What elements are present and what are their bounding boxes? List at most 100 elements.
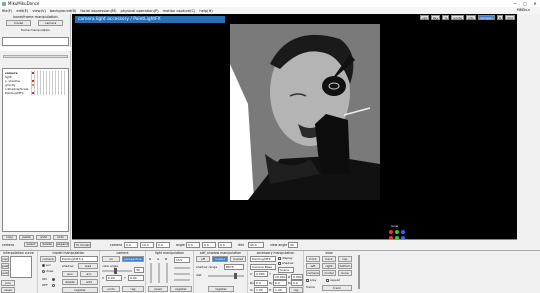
- shadow-mode1-button[interactable]: mode1: [212, 256, 228, 262]
- keyframe-marker[interactable]: [32, 72, 34, 74]
- 3d-viewport[interactable]: camera light accessory / PointLightFX up…: [72, 14, 517, 250]
- menu-background[interactable]: background(B): [50, 9, 77, 13]
- light-reset-button[interactable]: reset: [148, 286, 168, 292]
- on-radio[interactable]: [52, 278, 55, 281]
- menu-motion-capture[interactable]: motion capture(C): [163, 9, 196, 13]
- camera-panel-y-field[interactable]: 0.00: [128, 275, 144, 281]
- viewport-btn-info[interactable]: info: [466, 15, 476, 20]
- viewport-btn-percent[interactable]: %: [442, 15, 450, 20]
- light-b-slider[interactable]: [166, 263, 168, 283]
- aux-button[interactable]: aux: [62, 271, 78, 277]
- angle-y-field[interactable]: 0.0: [202, 242, 216, 248]
- shadow-register-button[interactable]: register: [208, 286, 234, 292]
- to-model-button[interactable]: To model: [74, 242, 92, 248]
- expand-button[interactable]: expand: [56, 242, 69, 247]
- view-angle-knob[interactable]: [114, 268, 117, 274]
- menu-physical-operation[interactable]: physical operation(P): [121, 9, 159, 13]
- model-button[interactable]: model: [6, 20, 31, 26]
- light-direction-z-slider[interactable]: [174, 279, 190, 281]
- perspective-button[interactable]: perspective: [122, 256, 144, 262]
- light-direction-y-slider[interactable]: [174, 273, 190, 275]
- view-angle-slider[interactable]: [102, 270, 132, 272]
- view-left-button[interactable]: left: [306, 263, 320, 269]
- camera-y-field[interactable]: 10.0: [140, 242, 154, 248]
- interp-reset-button[interactable]: reset: [1, 287, 15, 293]
- menu-view[interactable]: view(V): [32, 9, 46, 13]
- angle-z-field[interactable]: 0.0: [218, 242, 232, 248]
- camera-select-button[interactable]: camera: [40, 256, 56, 262]
- camera-x-field[interactable]: 0.0: [124, 242, 138, 248]
- viewport-mode-tab[interactable]: camera light accessory / PointLightFX: [75, 16, 225, 23]
- view-front-button[interactable]: front: [306, 256, 320, 262]
- light-g-slider[interactable]: [158, 263, 160, 283]
- accessory-parent-dropdown[interactable]: Camera Base: [250, 264, 276, 270]
- interpolation-curve-box[interactable]: [10, 256, 32, 278]
- acc-si-field[interactable]: 1.00: [254, 287, 268, 293]
- acc-rx-field[interactable]: 0.0: [254, 280, 268, 286]
- view-bone-button[interactable]: bone: [338, 270, 352, 276]
- menu-edit[interactable]: edit(E): [16, 9, 28, 13]
- light-r-slider[interactable]: [150, 263, 152, 283]
- acc-ry-field[interactable]: 0.0: [273, 280, 287, 286]
- accessory-scene-dropdown[interactable]: Scene: [278, 267, 294, 273]
- delete-model-button[interactable]: delete: [62, 279, 78, 285]
- angle-x-field[interactable]: 0.0: [186, 242, 200, 248]
- menu-file[interactable]: file(F): [2, 9, 12, 13]
- distance-field[interactable]: 45.0: [248, 242, 264, 248]
- interp-paste-button[interactable]: paste: [1, 263, 9, 269]
- light-direction-x-slider[interactable]: [174, 267, 190, 269]
- camera-undo-button[interactable]: undo: [102, 286, 120, 292]
- camera-register-button[interactable]: reg: [122, 286, 144, 292]
- frame-number-field[interactable]: [2, 37, 69, 46]
- view-angle-field[interactable]: 30: [288, 242, 298, 248]
- camera-on-button[interactable]: on: [102, 256, 120, 262]
- close-button[interactable]: ✕: [530, 0, 540, 7]
- display-checkbox[interactable]: [278, 257, 281, 260]
- viewport-btn-window[interactable]: wndw: [451, 15, 465, 20]
- select-button[interactable]: select: [24, 242, 38, 247]
- view-back-button[interactable]: back: [322, 256, 336, 262]
- acc-radio[interactable]: [42, 264, 45, 267]
- frame-scrollbar[interactable]: [3, 55, 68, 58]
- draw-radio[interactable]: [42, 270, 45, 273]
- shadow-checkbox[interactable]: [278, 262, 281, 265]
- play-checkbox[interactable]: [306, 279, 309, 282]
- copy-button[interactable]: copy: [2, 235, 17, 240]
- redo-button[interactable]: redo: [53, 235, 68, 240]
- acc-x-field[interactable]: 0.000: [254, 271, 268, 277]
- camera-z-field[interactable]: 0.0: [156, 242, 170, 248]
- load-button[interactable]: load: [78, 263, 98, 269]
- camera-panel-x-field[interactable]: 0.00: [106, 275, 122, 281]
- light-value-field[interactable]: 154: [174, 257, 190, 263]
- keyframe-marker[interactable]: [32, 80, 34, 82]
- keyframe-marker[interactable]: [32, 84, 34, 86]
- off-radio[interactable]: [52, 284, 55, 287]
- light-register-button[interactable]: register: [170, 286, 192, 292]
- view-camera-button[interactable]: camera: [306, 270, 320, 276]
- interp-auto-button[interactable]: auto: [1, 270, 9, 276]
- viewport-btn-upt[interactable]: upt: [419, 15, 429, 20]
- maximize-button[interactable]: □: [520, 0, 530, 7]
- acc-button[interactable]: acc: [80, 271, 98, 277]
- view-right-button[interactable]: right: [322, 263, 336, 269]
- shadow-dist-slider[interactable]: [208, 275, 244, 277]
- menu-facial-expression[interactable]: facial expression(M): [80, 9, 116, 13]
- view-top-button[interactable]: top: [338, 256, 352, 262]
- view-track-button[interactable]: track: [322, 285, 352, 291]
- menu-help[interactable]: help(H): [199, 9, 212, 13]
- timeline[interactable]: camera light s. shadow gravity s.Shadow/…: [2, 68, 69, 232]
- viewport-btn-rev[interactable]: Rev: [430, 15, 441, 20]
- view-angle-value[interactable]: 30: [134, 267, 144, 273]
- repeat-checkbox[interactable]: [326, 279, 329, 282]
- acc-register-button[interactable]: reg: [289, 287, 303, 293]
- viewport-btn-fold[interactable]: fold: [505, 15, 515, 20]
- timeline-keyframe-grid[interactable]: [31, 71, 67, 95]
- undo-button[interactable]: undo: [36, 235, 51, 240]
- view-model-button[interactable]: model: [322, 270, 336, 276]
- camera-mode-button[interactable]: camera: [38, 20, 63, 26]
- viewport-btn-cam-pan[interactable]: cam/pan: [477, 15, 495, 20]
- acc-rz-field[interactable]: 0.0: [291, 280, 303, 286]
- shadow-dist-knob[interactable]: [234, 273, 237, 279]
- interp-copy-button[interactable]: copy: [1, 256, 9, 262]
- track-pointlightfx[interactable]: PointLightFX: [5, 91, 24, 95]
